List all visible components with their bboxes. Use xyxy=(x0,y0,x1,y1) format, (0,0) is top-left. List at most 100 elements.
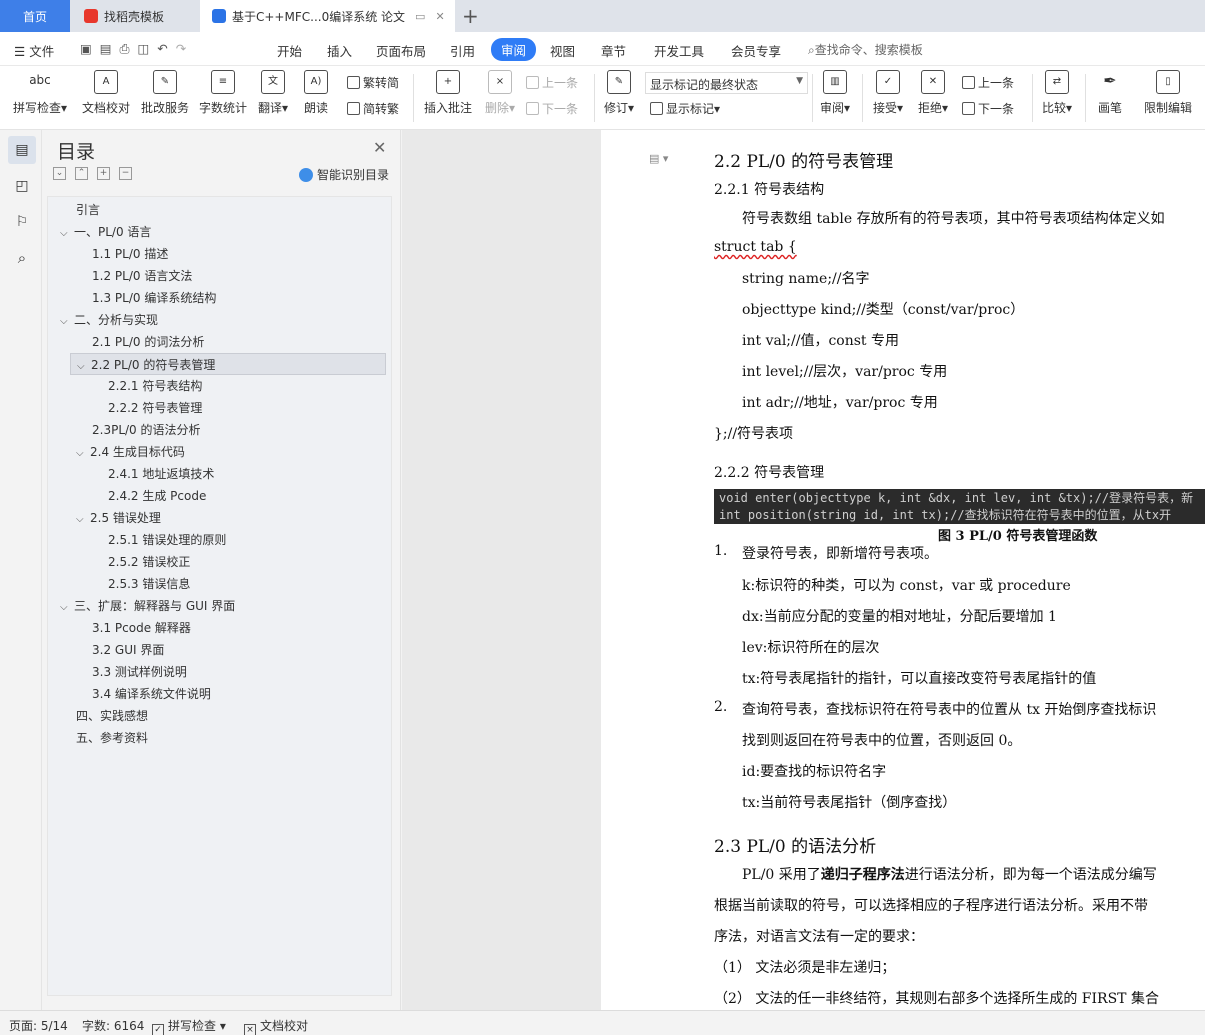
smart-toc-button[interactable]: 智能识别目录 xyxy=(299,166,389,183)
close-tab-icon[interactable]: ✕ xyxy=(435,10,444,23)
toc-item[interactable]: 2.4.1 地址返填技术 xyxy=(108,463,214,485)
review-pane-icon: ▥ xyxy=(823,70,847,94)
compare-button[interactable]: ⇄ 比较▾ xyxy=(1039,70,1075,116)
toc-item[interactable]: 2.2.1 符号表结构 xyxy=(108,375,202,397)
tab-bar: 首页 找稻壳模板 基于C++MFC...0编译系统 论文 ▭ ✕ + xyxy=(0,0,1205,32)
toc-item[interactable]: 2.5.1 错误处理的原则 xyxy=(108,529,226,551)
menu-view[interactable]: 视图 xyxy=(550,41,575,60)
list-detail: id:要查找的标识符名字 xyxy=(742,764,887,780)
markup-mode-select[interactable]: 显示标记的最终状态 ▼ xyxy=(645,72,808,94)
next-change-button[interactable]: 下一条 xyxy=(962,100,1014,117)
save-icon[interactable]: ▣ xyxy=(80,41,92,56)
next-comment-button[interactable]: 下一条 xyxy=(526,100,578,117)
toc-item[interactable]: 2.5.2 错误校正 xyxy=(108,551,190,573)
prev-change-button[interactable]: 上一条 xyxy=(962,74,1014,91)
toc-item[interactable]: 引言 xyxy=(76,199,100,221)
close-icon[interactable]: ✕ xyxy=(373,138,386,157)
toc-item[interactable]: 五、参考资料 xyxy=(76,727,148,749)
demote-icon[interactable]: − xyxy=(119,167,132,180)
menu-references[interactable]: 引用 xyxy=(450,41,475,60)
review-service-button[interactable]: ✎ 批改服务 xyxy=(138,70,192,116)
chevron-down-icon[interactable]: ⌵ xyxy=(60,597,74,619)
toc-item[interactable]: 2.1 PL/0 的词法分析 xyxy=(92,331,204,353)
toc-item[interactable]: ⌵ 二、分析与实现 xyxy=(60,309,158,331)
menu-member[interactable]: 会员专享 xyxy=(731,41,781,60)
menu-layout[interactable]: 页面布局 xyxy=(376,41,426,60)
undo-icon[interactable]: ↶ xyxy=(157,41,167,56)
toc-item[interactable]: 2.5.3 错误信息 xyxy=(108,573,190,595)
expand-all-icon[interactable]: ⌄ xyxy=(53,167,66,180)
toc-item[interactable]: ⌵ 2.5 错误处理 xyxy=(76,507,161,529)
file-menu[interactable]: ☰ 文件 xyxy=(14,41,54,60)
toc-item[interactable]: 2.2.2 符号表管理 xyxy=(108,397,202,419)
chapter-nav-button[interactable]: ◰ xyxy=(8,172,36,200)
show-markup-button[interactable]: 显示标记▾ xyxy=(650,100,720,117)
menu-chapter[interactable]: 章节 xyxy=(601,41,626,60)
menu-start[interactable]: 开始 xyxy=(277,41,302,60)
command-search[interactable]: ⌕查找命令、搜索模板 xyxy=(808,41,923,58)
insert-comment-button[interactable]: + 插入批注 xyxy=(420,70,476,116)
status-spell-check[interactable]: ✓ 拼写检查 ▾ xyxy=(152,1017,226,1035)
page-indicator[interactable]: 页面: 5/14 xyxy=(9,1017,68,1034)
toc-item[interactable]: 1.3 PL/0 编译系统结构 xyxy=(92,287,216,309)
restrict-edit-button[interactable]: ▯ 限制编辑 xyxy=(1140,70,1196,116)
screen-icon[interactable]: ▭ xyxy=(415,10,425,23)
tab-templates[interactable]: 找稻壳模板 xyxy=(72,0,200,32)
toc-item[interactable]: 四、实践感想 xyxy=(76,705,148,727)
chevron-down-icon[interactable]: ⌵ xyxy=(77,356,91,378)
export-pdf-icon[interactable]: ▤ xyxy=(100,41,112,56)
chevron-down-icon[interactable]: ⌵ xyxy=(60,311,74,333)
tab-home[interactable]: 首页 xyxy=(0,0,70,32)
toc-toggle-button[interactable]: ▤ xyxy=(8,136,36,164)
collapse-all-icon[interactable]: ⌃ xyxy=(75,167,88,180)
translate-button[interactable]: 文翻译▾ xyxy=(255,70,291,116)
prev-change-label: 上一条 xyxy=(978,76,1015,90)
document-canvas[interactable] xyxy=(402,130,601,1010)
menu-insert[interactable]: 插入 xyxy=(327,41,352,60)
to-simplified-button[interactable]: 繁转简 xyxy=(347,74,399,91)
toc-item-label: 1.3 PL/0 编译系统结构 xyxy=(92,291,217,305)
toc-item[interactable]: ⌵ 三、扩展：解释器与 GUI 界面 xyxy=(60,595,235,617)
paragraph-menu-icon[interactable]: ▤ ▾ xyxy=(649,152,668,165)
toc-item[interactable]: 3.4 编译系统文件说明 xyxy=(92,683,211,705)
delete-comment-button[interactable]: × 删除▾ xyxy=(480,70,520,116)
chevron-down-icon[interactable]: ⌵ xyxy=(60,223,74,245)
reject-button[interactable]: ✕ 拒绝▾ xyxy=(915,70,951,116)
word-count-indicator[interactable]: 字数: 6164 xyxy=(82,1017,144,1034)
list-detail: tx:符号表尾指针的指针，可以直接改变符号表尾指针的值 xyxy=(742,671,1097,687)
menu-developer[interactable]: 开发工具 xyxy=(654,41,704,60)
pen-button[interactable]: ✒ 画笔 xyxy=(1093,70,1127,116)
doc-check-button[interactable]: A 文档校对 xyxy=(78,70,134,116)
toc-item[interactable]: 2.4.2 生成 Pcode xyxy=(108,485,206,507)
prev-comment-button[interactable]: 上一条 xyxy=(526,74,578,91)
toc-item[interactable]: 2.3PL/0 的语法分析 xyxy=(92,419,201,441)
toc-item[interactable]: ⌵ 一、PL/0 语言 xyxy=(60,221,151,243)
word-count-button[interactable]: ≡ 字数统计 xyxy=(196,70,250,116)
toc-item[interactable]: 3.1 Pcode 解释器 xyxy=(92,617,191,639)
chevron-down-icon[interactable]: ⌵ xyxy=(76,509,90,531)
promote-icon[interactable]: + xyxy=(97,167,110,180)
toc-item[interactable]: 1.1 PL/0 描述 xyxy=(92,243,168,265)
toc-item[interactable]: 3.3 测试样例说明 xyxy=(92,661,187,683)
bookmark-button[interactable]: ⚐ xyxy=(8,208,36,236)
toc-item[interactable]: 3.2 GUI 界面 xyxy=(92,639,164,661)
print-preview-icon[interactable]: ◫ xyxy=(138,41,150,56)
toc-item-selected[interactable]: ⌵ 2.2 PL/0 的符号表管理 xyxy=(70,353,386,375)
new-tab-plus-icon[interactable]: + xyxy=(462,4,479,28)
track-changes-button[interactable]: ✎ 修订▾ xyxy=(600,70,638,116)
accept-button[interactable]: ✓ 接受▾ xyxy=(870,70,906,116)
tab-document[interactable]: 基于C++MFC...0编译系统 论文 ▭ ✕ xyxy=(200,0,455,32)
review-pane-button[interactable]: ▥ 审阅▾ xyxy=(817,70,853,116)
redo-icon[interactable]: ↷ xyxy=(176,41,186,56)
status-doc-check[interactable]: × 文档校对 xyxy=(244,1017,308,1035)
to-traditional-button[interactable]: 简转繁 xyxy=(347,100,399,117)
toc-item[interactable]: ⌵ 2.4 生成目标代码 xyxy=(76,441,185,463)
chevron-down-icon[interactable]: ⌵ xyxy=(76,443,90,465)
menu-review[interactable]: 审阅 xyxy=(491,38,537,61)
read-aloud-button[interactable]: A) 朗读 xyxy=(298,70,334,116)
find-button[interactable]: ⌕ xyxy=(8,244,36,272)
document-page[interactable]: ▤ ▾ 2.2 PL/0 的符号表管理 2.2.1 符号表结构 符号表数组 ta… xyxy=(601,130,1205,1010)
toc-item[interactable]: 1.2 PL/0 语言文法 xyxy=(92,265,192,287)
print-icon[interactable]: ⎙ xyxy=(120,41,130,56)
spell-check-button[interactable]: abc 拼写检查▾ xyxy=(10,70,70,116)
